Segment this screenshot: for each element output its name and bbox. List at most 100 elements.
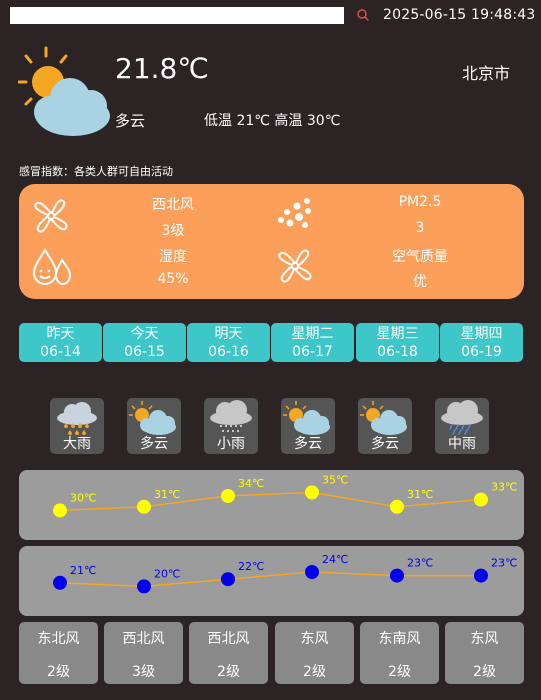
data-point [390,499,404,514]
forecast-tile[interactable]: 小雨 [204,398,258,454]
wind-level: 3级 [161,223,185,239]
forecast-label: 多云 [371,436,399,452]
wind-tile: 东风 2级 [275,622,354,684]
data-point [221,489,235,503]
wind-direction: 西北风 [122,631,165,647]
day-name: 昨天 [46,326,75,342]
wind-level: 2级 [217,664,240,680]
wind-direction: 东风 [300,631,329,647]
data-point [221,572,235,587]
forecast-row: 大雨 多云 小雨 多云 多云 中雨 [19,398,524,456]
humidity-value: 45% [157,271,189,287]
wind-level: 2级 [473,664,496,680]
data-label: 21℃ [70,564,96,577]
data-label: 33℃ [491,481,517,494]
day-tab[interactable]: 星期二 06-17 [271,323,354,362]
data-label: 31℃ [154,488,180,501]
forecast-tile[interactable]: 多云 [281,398,335,454]
wind-row: 东北风 2级 西北风 3级 西北风 2级 东风 2级 东南风 2级 东风 2级 [19,622,524,684]
wind-fan-icon [34,199,68,233]
wind-direction: 东北风 [37,631,80,647]
wind-tile: 东北风 2级 [19,622,98,684]
wind-direction: 西北风 [152,197,194,213]
data-label: 20℃ [154,567,180,580]
partly-cloudy-icon [129,401,176,435]
forecast-tile[interactable]: 中雨 [435,398,489,454]
wind-direction: 东风 [470,631,499,647]
data-point [305,565,319,579]
day-name: 星期二 [291,326,334,342]
forecast-label: 多云 [140,436,168,452]
data-label: 23℃ [407,557,433,570]
search-icon[interactable] [356,8,370,22]
high-temp-chart-svg: 30℃ 31℃ 34℃ 35℃ 31℃ 33℃ [53,473,517,518]
wind-level: 3级 [132,664,155,680]
forecast-tile[interactable]: 大雨 [50,398,104,454]
pm25-particles-icon [278,198,311,228]
cold-index: 感冒指数：各类人群可自由活动 [19,165,173,178]
temp-range: 低温 21℃ 高温 30℃ [204,113,341,129]
low-temp-chart-svg: 21℃ 20℃ 22℃ 24℃ 23℃ 23℃ [53,553,517,594]
data-label: 34℃ [238,477,264,490]
day-name: 星期三 [376,326,419,342]
wind-tile: 东南风 2级 [360,622,439,684]
partly-cloudy-icon [360,401,407,435]
city-name: 北京市 [461,64,510,83]
info-card: 西北风 3级 PM2.5 3 湿度 45% 空气质量 优 [19,184,524,299]
wind-level: 2级 [47,664,70,680]
day-tab[interactable]: 星期四 06-19 [440,323,523,362]
data-label: 31℃ [407,488,433,501]
forecast-tile[interactable]: 多云 [127,398,181,454]
datetime: 2025-06-15 19:48:43 [383,7,536,23]
light-rain-icon [210,400,252,432]
top-bar: 2025-06-15 19:48:43 [0,0,541,32]
aqi-label: 空气质量 [392,249,448,265]
forecast-tile[interactable]: 多云 [358,398,412,454]
data-point [474,492,488,507]
heavy-rain-icon [57,402,97,435]
current-condition: 多云 [115,112,146,130]
humidity-label: 湿度 [159,249,187,265]
wind-tile: 西北风 2级 [189,622,268,684]
pm25-value: 3 [415,220,425,236]
data-label: 23℃ [491,557,517,570]
moderate-rain-icon [441,400,483,435]
data-point [53,575,67,590]
data-point [137,499,151,514]
day-date: 06-19 [461,344,502,360]
day-name: 星期四 [460,326,503,342]
wind-tile: 东风 2级 [445,622,524,684]
day-tab[interactable]: 昨天 06-14 [19,323,102,362]
data-label: 22℃ [238,560,264,573]
day-tabs: 昨天 06-14 今天 06-15 明天 06-16 星期二 06-17 星期三… [19,323,524,362]
partly-cloudy-icon [283,401,330,435]
partly-cloudy-icon [18,46,110,136]
wind-direction: 东南风 [378,631,421,647]
day-name: 明天 [214,326,243,342]
data-label: 35℃ [322,473,348,486]
day-date: 06-18 [377,344,418,360]
air-quality-fan-icon [278,249,312,283]
day-date: 06-14 [40,344,81,360]
day-name: 今天 [130,326,159,342]
forecast-label: 大雨 [63,436,91,452]
data-label: 24℃ [322,553,348,566]
data-label: 30℃ [70,491,96,504]
day-tab[interactable]: 星期三 06-18 [356,323,439,362]
data-point [53,503,67,518]
forecast-label: 中雨 [448,436,476,452]
search-input[interactable] [10,7,344,24]
data-point [474,568,488,583]
wind-level: 2级 [388,664,411,680]
wind-tile: 西北风 3级 [104,622,183,684]
wind-direction: 西北风 [207,631,250,647]
humidity-drops-icon [32,248,71,286]
wind-level: 2级 [303,664,326,680]
current-temperature: 21.8℃ [115,52,209,85]
series-line [59,571,481,588]
forecast-label: 多云 [294,436,322,452]
day-date: 06-15 [124,344,165,360]
data-point [390,568,404,583]
day-tab[interactable]: 明天 06-16 [187,323,270,362]
day-tab[interactable]: 今天 06-15 [103,323,186,362]
